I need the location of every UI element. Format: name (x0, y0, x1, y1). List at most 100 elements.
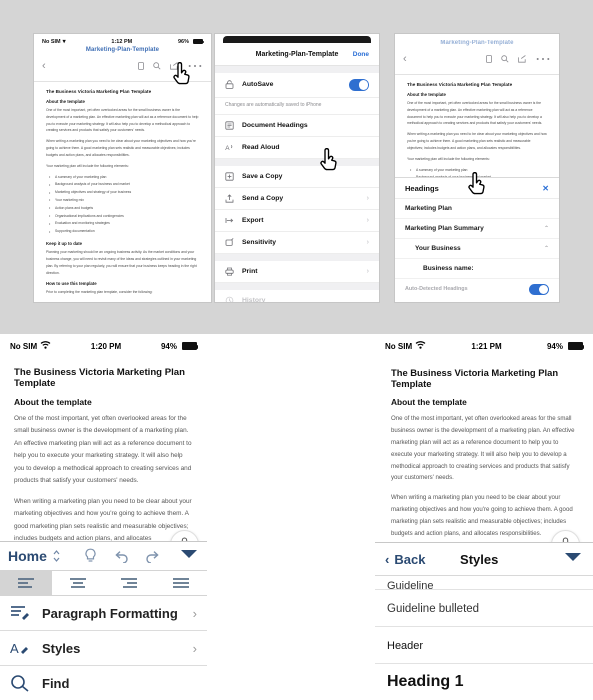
menu-item-document-headings[interactable]: Document Headings (215, 114, 379, 137)
battery-icon (567, 342, 585, 350)
ribbon-tab-home[interactable]: Home (8, 548, 47, 564)
ribbon-item-label: Paragraph Formatting (42, 605, 178, 621)
collapse-caret-icon[interactable] (179, 547, 199, 565)
menu-item-save-a-copy[interactable]: Save a Copy (215, 165, 379, 188)
doc-paragraph: Planning your marketing should be an ong… (46, 250, 197, 275)
style-row-header[interactable]: Header (375, 627, 593, 664)
menu-item-history[interactable]: History (215, 289, 379, 302)
wifi-icon (415, 341, 426, 351)
wifi-icon (40, 341, 51, 351)
lightbulb-icon[interactable] (84, 548, 97, 564)
done-button[interactable]: Done (353, 51, 369, 58)
doc-paragraph: One of the most important, yet often ove… (14, 415, 192, 485)
search-icon[interactable] (153, 62, 161, 70)
sheet-title: Marketing-Plan-Template (255, 51, 339, 58)
chevron-right-icon: › (192, 605, 197, 621)
heading-row-marketing-plan[interactable]: Marketing Plan (395, 199, 559, 219)
ribbon-item-find[interactable]: Find (0, 666, 207, 700)
lock-icon (225, 80, 234, 90)
battery-icon (181, 342, 199, 350)
menu-item-label: Save a Copy (242, 172, 283, 180)
back-chevron-icon[interactable]: ‹ (42, 60, 46, 72)
heading-label: Marketing Plan (405, 204, 452, 212)
list-item: Evaluation and monitoring strategies (46, 220, 199, 228)
ribbon-item-paragraph-formatting[interactable]: Paragraph Formatting › (0, 596, 207, 631)
undo-icon[interactable] (113, 549, 129, 563)
sheet-header: Marketing-Plan-Template Done (215, 46, 379, 66)
menu-item-print[interactable]: Print › (215, 260, 379, 283)
send-copy-icon (225, 193, 234, 203)
align-left-icon[interactable] (0, 571, 52, 595)
ribbon-item-label: Styles (42, 640, 81, 656)
align-justify-icon[interactable] (155, 571, 207, 595)
ribbon-item-styles[interactable]: A Styles › (0, 631, 207, 666)
ribbon-top-row: Home (0, 542, 207, 570)
phone-panel-styles: No SIM 1:21 PM 94% The Business Victoria… (375, 334, 593, 700)
styles-pane: ‹ Back Styles Guideline Guideline bullet… (375, 542, 593, 700)
menu-item-label: Read Aloud (242, 143, 280, 151)
close-icon[interactable]: ✕ (542, 184, 549, 193)
clock-label: 1:21 PM (471, 341, 502, 351)
list-item: Supporting documentation (46, 228, 199, 236)
style-row-guideline-bulleted[interactable]: Guideline bulleted (375, 590, 593, 627)
menu-item-label: Sensitivity (242, 238, 276, 246)
chevron-up-icon[interactable]: ⌃ (544, 245, 549, 252)
menu-item-label: Export (242, 216, 264, 224)
style-row-heading-1[interactable]: Heading 1 (375, 664, 593, 700)
doc-paragraph: Prior to completing the marketing plan t… (46, 290, 153, 295)
heading-row-your-business[interactable]: Your Business ⌃ (395, 239, 559, 259)
autosave-toggle[interactable] (349, 79, 369, 91)
autosave-row[interactable]: AutoSave (215, 73, 379, 98)
heading-label: Business name: (423, 264, 474, 272)
redo-icon[interactable] (145, 549, 161, 563)
doc-section-heading: About the template (14, 397, 92, 407)
sheet-grabber[interactable] (215, 34, 379, 46)
doc-section-heading: How to use this template (46, 281, 97, 287)
align-center-icon[interactable] (52, 571, 104, 595)
chevron-right-icon: › (366, 194, 369, 202)
menu-item-sensitivity[interactable]: Sensitivity › (215, 231, 379, 254)
menu-item-send-a-copy[interactable]: Send a Copy › (215, 187, 379, 210)
battery-label: 96% (177, 38, 189, 45)
auto-detected-headings-toggle[interactable] (529, 283, 549, 295)
doc-section-heading: About the template (46, 99, 85, 104)
heading-label: Marketing Plan Summary (405, 224, 484, 232)
list-item: Your marketing mix (46, 196, 199, 205)
menu-item-export[interactable]: Export › (215, 209, 379, 232)
sensitivity-icon (225, 237, 234, 247)
menu-item-read-aloud[interactable]: A Read Aloud (215, 136, 379, 159)
heading-row-marketing-plan-summary[interactable]: Marketing Plan Summary ⌃ (395, 219, 559, 239)
align-right-icon[interactable] (104, 571, 156, 595)
print-icon (225, 267, 234, 276)
styles-pane-header: ‹ Back Styles (375, 542, 593, 576)
heading-row-business-name[interactable]: Business name: (395, 259, 559, 279)
back-chevron-icon[interactable]: ‹ (403, 53, 407, 65)
more-icon[interactable]: ⋯ (535, 49, 551, 69)
chevron-up-icon[interactable]: ⌃ (544, 225, 549, 232)
battery-label: 94% (546, 341, 563, 351)
collapse-caret-icon[interactable] (563, 550, 583, 568)
share-icon[interactable] (518, 55, 526, 63)
up-down-chevrons-icon[interactable] (52, 548, 61, 564)
sheet-top-bar (223, 36, 371, 43)
doc-paragraph: When writing a marketing plan you need t… (391, 494, 573, 537)
styles-title: Styles (460, 551, 499, 567)
phone-panel-ribbon: No SIM 1:20 PM 94% The Business Victoria… (0, 334, 207, 700)
phone-layout-icon[interactable] (138, 62, 144, 70)
doc-paragraph: When writing a marketing plan you need t… (46, 139, 196, 157)
cursor-hand-icon (172, 62, 192, 86)
clock-label: 1:12 PM (111, 38, 133, 45)
ribbon-item-label: Find (42, 675, 70, 691)
style-label: Guideline bulleted (387, 603, 480, 615)
style-row-guideline[interactable]: Guideline (375, 576, 593, 590)
auto-detected-headings-row[interactable]: Auto-Detected Headings (395, 278, 559, 302)
list-item: Organisational implications and continge… (46, 212, 199, 221)
search-icon[interactable] (501, 55, 509, 63)
status-bar: No SIM 1:20 PM 94% (0, 334, 207, 355)
list-item: Background analysis of your business and… (46, 181, 199, 189)
phone-layout-icon[interactable] (486, 55, 492, 63)
sheet-gap (215, 158, 379, 166)
doc-title: The Business Victoria Marketing Plan Tem… (391, 367, 559, 389)
export-icon (225, 216, 234, 225)
cursor-hand-icon (467, 172, 487, 196)
